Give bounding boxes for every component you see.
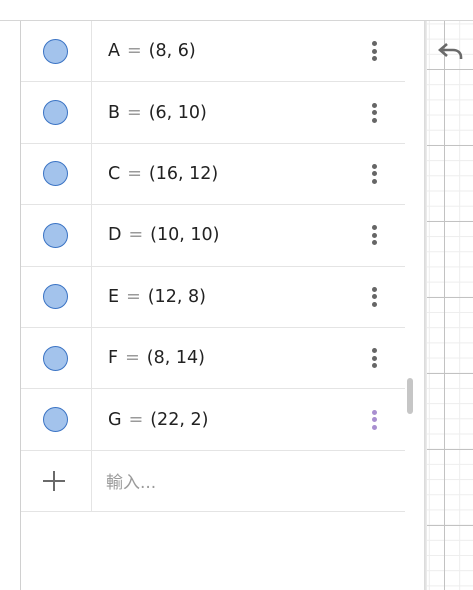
algebra-row[interactable]: A = (8, 6) [21,21,405,83]
equals-sign: = [126,286,141,307]
graphics-view[interactable] [427,21,473,590]
top-bar [0,0,473,21]
point-coordinates: (8, 14) [146,348,205,369]
left-edge-strip [0,21,21,590]
point-name: D [108,225,122,246]
marble-column [21,450,92,512]
equals-sign: = [127,163,142,184]
visibility-circle-icon[interactable] [43,100,68,126]
point-name: E [108,286,120,307]
point-expression[interactable]: B = (6, 10) [108,82,207,142]
algebra-row[interactable]: E = (12, 8) [21,266,405,328]
algebra-view: A = (8, 6) B = (6, 10) C = (16, 12) D = … [21,21,425,590]
equals-sign: = [125,348,140,369]
more-vertical-icon[interactable] [365,224,385,246]
visibility-circle-icon[interactable] [43,222,68,248]
equals-sign: = [126,41,142,62]
scrollbar-thumb[interactable] [407,378,413,414]
visibility-circle-icon[interactable] [43,407,68,433]
point-expression[interactable]: G = (22, 2) [108,389,208,449]
equals-sign: = [127,102,142,123]
point-expression[interactable]: E = (12, 8) [108,267,206,327]
input-row[interactable]: 輸入... [21,450,405,513]
equals-sign: = [128,409,144,430]
marble-column [21,266,92,327]
visibility-circle-icon[interactable] [43,38,68,64]
algebra-row[interactable]: G = (22, 2) [21,389,405,451]
more-vertical-icon[interactable] [365,347,385,369]
point-expression[interactable]: C = (16, 12) [108,144,218,204]
point-coordinates: (16, 12) [148,163,219,184]
algebra-row[interactable]: C = (16, 12) [21,143,405,206]
point-expression[interactable]: F = (8, 14) [108,328,205,388]
equals-sign: = [128,225,144,246]
marble-column [21,21,92,82]
more-vertical-icon[interactable] [365,409,385,431]
point-coordinates: (8, 6) [148,41,196,62]
algebra-row[interactable]: D = (10, 10) [21,205,405,267]
point-coordinates: (22, 2) [150,409,209,430]
marble-column [21,82,92,143]
point-expression[interactable]: D = (10, 10) [108,205,219,265]
more-vertical-icon[interactable] [365,40,385,62]
plus-icon[interactable] [43,470,65,493]
point-coordinates: (6, 10) [148,102,207,123]
point-name: G [108,409,122,430]
visibility-circle-icon[interactable] [43,284,68,310]
point-name: F [108,348,119,369]
algebra-row[interactable]: F = (8, 14) [21,328,405,390]
marble-column [21,389,92,450]
input-bar[interactable]: 輸入... [106,451,156,511]
point-name: B [108,102,121,123]
algebra-row[interactable]: B = (6, 10) [21,82,405,144]
point-coordinates: (12, 8) [147,286,206,307]
marble-column [21,328,92,389]
marble-column [21,205,92,266]
visibility-circle-icon[interactable] [43,345,68,371]
more-vertical-icon[interactable] [365,163,385,185]
point-coordinates: (10, 10) [150,225,220,246]
more-vertical-icon[interactable] [365,286,385,308]
more-vertical-icon[interactable] [365,102,385,124]
visibility-circle-icon[interactable] [43,161,68,187]
marble-column [21,143,92,205]
undo-icon[interactable] [437,38,465,64]
point-name: A [108,41,120,62]
point-name: C [108,163,121,184]
point-expression[interactable]: A = (8, 6) [108,21,196,81]
